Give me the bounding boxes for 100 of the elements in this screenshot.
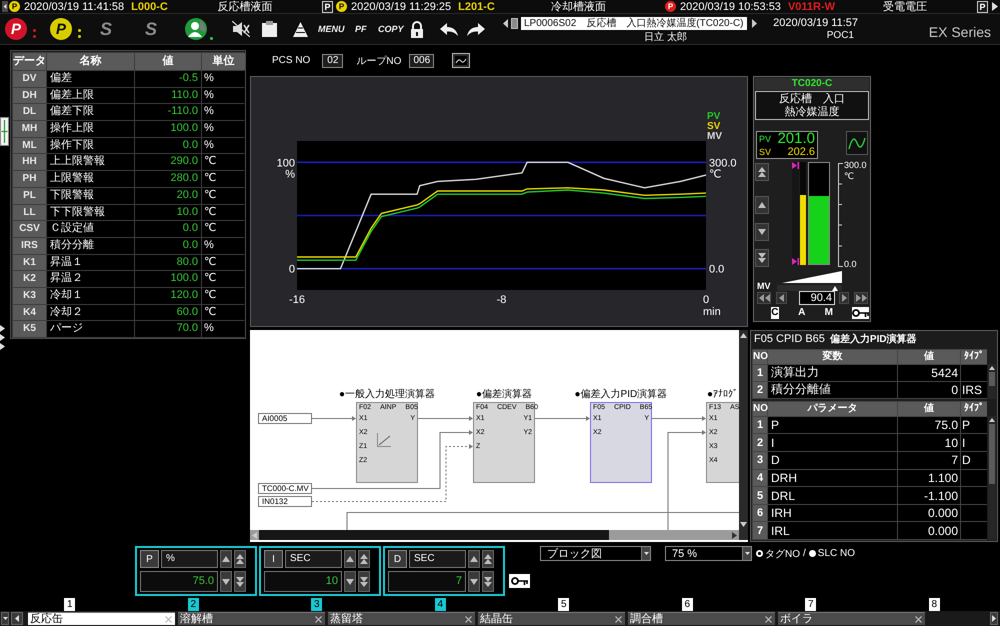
row-number: 5 xyxy=(753,487,767,504)
tab[interactable]: 反応缶 xyxy=(28,612,175,625)
slot-number[interactable]: 7 xyxy=(805,598,816,611)
triangle-icon[interactable] xyxy=(293,22,308,36)
slot-number[interactable]: 4 xyxy=(434,598,446,611)
increase-button[interactable] xyxy=(839,292,849,304)
previous-icon[interactable] xyxy=(503,18,508,28)
step-up-button[interactable] xyxy=(344,550,356,568)
pcs-number-field[interactable]: 02 xyxy=(322,54,344,68)
slot-number[interactable]: 3 xyxy=(311,598,322,611)
fast-down-button[interactable] xyxy=(234,571,246,592)
fast-increase-button[interactable] xyxy=(854,292,868,304)
key-button[interactable] xyxy=(852,307,869,320)
radio-option[interactable]: SLC NO xyxy=(808,548,856,559)
scroll-right-icon[interactable] xyxy=(992,2,998,11)
scroll-thumb[interactable] xyxy=(989,372,995,386)
value-field[interactable]: 10 xyxy=(264,571,342,592)
filter-button[interactable]: S xyxy=(140,18,162,40)
trend-window-icon[interactable] xyxy=(452,53,470,68)
parameter-button[interactable]: D xyxy=(388,550,407,568)
mode-button[interactable]: M xyxy=(824,307,833,320)
dropdown[interactable]: 75 % xyxy=(665,546,752,561)
column-header: 変数 xyxy=(768,350,897,364)
slot-number[interactable]: 6 xyxy=(682,598,693,611)
scrollbar[interactable] xyxy=(988,416,996,540)
priority-filter-button[interactable]: P xyxy=(50,18,72,40)
fast-up-button[interactable] xyxy=(358,550,370,568)
tag-node[interactable]: IN0132 xyxy=(258,496,312,507)
unit-field[interactable]: % xyxy=(161,550,218,568)
next-icon[interactable] xyxy=(752,18,756,28)
slot-number[interactable]: 1 xyxy=(64,598,76,611)
dropdown[interactable]: ブロック図 xyxy=(540,546,651,561)
scroll-thumb[interactable] xyxy=(259,530,609,540)
step-down-button[interactable] xyxy=(220,571,232,592)
fast-up-button[interactable] xyxy=(482,550,494,568)
value-field[interactable]: 75.0 xyxy=(140,571,218,592)
undo-icon[interactable] xyxy=(440,22,458,36)
caret-icon xyxy=(644,552,648,555)
row-number: 2 xyxy=(753,382,767,398)
scrollbar[interactable] xyxy=(988,364,996,399)
scrollbar[interactable] xyxy=(739,330,748,530)
scroll-left-icon[interactable] xyxy=(2,1,8,12)
fast-down-button[interactable] xyxy=(358,571,370,592)
fast-decrease-button[interactable] xyxy=(757,292,771,304)
loop-number-field[interactable]: 006 xyxy=(409,54,434,68)
row-number: 4 xyxy=(753,470,767,486)
table-cell: DL xyxy=(13,104,46,120)
tab[interactable]: 蒸留塔 xyxy=(328,612,475,625)
fast-down-button[interactable] xyxy=(482,571,494,592)
step-up-button[interactable] xyxy=(220,550,232,568)
mv-value-field[interactable]: 90.4 xyxy=(799,291,835,306)
toolbar-text-button[interactable]: PF xyxy=(355,22,367,36)
toolbar-text-button[interactable]: COPY xyxy=(378,22,404,36)
page-title-field[interactable]: LP0006S02 反応槽 入口熱冷媒温度(TC020-C) xyxy=(521,16,746,30)
tab[interactable]: ボイラ xyxy=(778,612,925,625)
slot-number[interactable]: 8 xyxy=(928,598,940,611)
redo-icon[interactable] xyxy=(467,22,485,36)
double-down-arrow-icon xyxy=(758,252,766,263)
unit-field[interactable]: SEC xyxy=(409,550,466,568)
parameter-button[interactable]: P xyxy=(140,550,159,568)
step-down-button[interactable] xyxy=(344,571,356,592)
previous-tab-button[interactable] xyxy=(11,612,23,625)
splitter-handle-icon[interactable] xyxy=(0,117,9,146)
slider-handle[interactable] xyxy=(511,18,518,28)
tag-node[interactable]: TC000-C.MV xyxy=(258,483,312,494)
fast-up-button[interactable] xyxy=(755,162,769,181)
lock-icon[interactable] xyxy=(410,20,424,38)
filter-button[interactable]: S xyxy=(95,18,117,40)
tab[interactable]: 調合槽 xyxy=(628,612,775,625)
dots-icon xyxy=(33,28,36,38)
slot-number[interactable]: 2 xyxy=(188,598,199,611)
tab[interactable]: 結晶缶 xyxy=(478,612,625,625)
step-up-button[interactable] xyxy=(468,550,480,568)
radio-option[interactable]: タグNO xyxy=(756,546,800,560)
user-icon[interactable] xyxy=(185,18,207,40)
value-field[interactable]: 7 xyxy=(388,571,466,592)
key-button[interactable] xyxy=(509,574,530,588)
mode-button[interactable]: A xyxy=(798,307,806,320)
scroll-thumb[interactable] xyxy=(989,424,995,484)
trend-button[interactable] xyxy=(846,131,868,156)
speaker-muted-icon[interactable] xyxy=(232,21,250,37)
tab-list-button[interactable] xyxy=(1,612,9,625)
priority-filter-button[interactable]: P xyxy=(5,18,27,40)
step-down-button[interactable] xyxy=(468,571,480,592)
parameter-button[interactable]: I xyxy=(264,550,283,568)
axis-unit: % xyxy=(285,168,295,180)
tab[interactable]: 溶解槽 xyxy=(178,612,325,625)
tag-node[interactable]: AI0005 xyxy=(258,413,312,424)
mode-button[interactable]: C xyxy=(771,307,779,320)
fast-down-button[interactable] xyxy=(755,248,769,267)
unit-field[interactable]: SEC xyxy=(285,550,342,568)
clipboard-icon[interactable] xyxy=(262,21,277,37)
step-down-button[interactable] xyxy=(755,222,769,241)
scrollbar[interactable] xyxy=(250,530,739,540)
slot-number[interactable]: 5 xyxy=(558,598,570,611)
decrease-button[interactable] xyxy=(776,292,787,304)
fast-up-button[interactable] xyxy=(234,550,246,568)
next-tab-button[interactable] xyxy=(990,612,998,625)
toolbar-text-button[interactable]: MENU xyxy=(318,22,344,36)
step-up-button[interactable] xyxy=(755,196,769,214)
